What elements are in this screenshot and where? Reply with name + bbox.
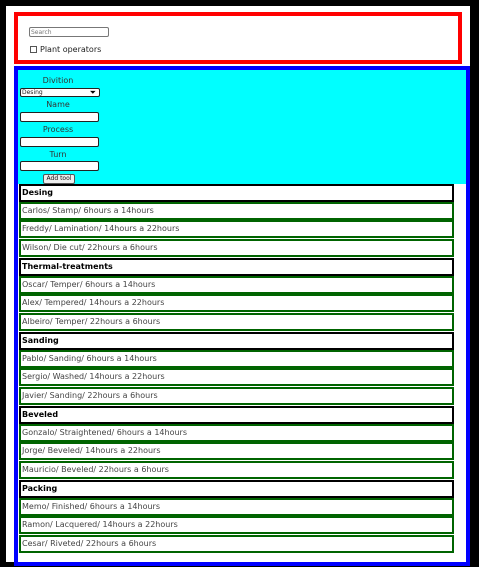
turn-label: Turn: [49, 150, 67, 159]
list-item[interactable]: Mauricio/ Beveled/ 22hours a 6hours: [19, 461, 454, 479]
list-item[interactable]: Cesar/ Riveted/ 22hours a 6hours: [19, 535, 454, 553]
tools-panel: Divition Desing ⏷ Name Process Turn Add …: [14, 66, 470, 566]
list-item[interactable]: Alex/ Tempered/ 14hours a 22hours: [19, 294, 454, 312]
list-item[interactable]: Jorge/ Beveled/ 14hours a 22hours: [19, 442, 454, 460]
search-input[interactable]: [29, 27, 109, 37]
plant-operators-filter[interactable]: Plant operators: [30, 45, 101, 54]
division-select[interactable]: Desing ⏷: [20, 88, 100, 97]
list-item[interactable]: Freddy/ Lamination/ 14hours a 22hours: [19, 220, 454, 238]
list-item[interactable]: Javier/ Sanding/ 22hours a 6hours: [19, 387, 454, 405]
list-item[interactable]: Oscar/ Temper/ 6hours a 14hours: [19, 276, 454, 294]
name-input[interactable]: [20, 112, 99, 122]
group-header-thermal-treatments: Thermal-treatments: [19, 258, 454, 276]
filter-panel: Plant operators: [14, 12, 462, 64]
add-tool-button[interactable]: Add tool: [43, 174, 75, 184]
page: Plant operators Divition Desing ⏷ Name P…: [6, 6, 470, 566]
name-label: Name: [46, 100, 70, 109]
list-item[interactable]: Sergio/ Washed/ 14hours a 22hours: [19, 368, 454, 386]
list-item[interactable]: Ramon/ Lacquered/ 14hours a 22hours: [19, 516, 454, 534]
add-tool-form: Divition Desing ⏷ Name Process Turn Add …: [18, 70, 466, 184]
division-label: Divition: [42, 76, 74, 85]
group-header-desing: Desing: [19, 184, 454, 202]
list-item[interactable]: Albeiro/ Temper/ 22hours a 6hours: [19, 313, 454, 331]
process-input[interactable]: [20, 137, 99, 147]
plant-operators-label: Plant operators: [40, 45, 102, 54]
list-item[interactable]: Pablo/ Sanding/ 6hours a 14hours: [19, 350, 454, 368]
list-item[interactable]: Memo/ Finished/ 6hours a 14hours: [19, 498, 454, 516]
process-label: Process: [42, 125, 74, 134]
division-select-value: Desing: [22, 89, 43, 96]
list-item[interactable]: Gonzalo/ Straightened/ 6hours a 14hours: [19, 424, 454, 442]
list-item[interactable]: Wilson/ Die cut/ 22hours a 6hours: [19, 239, 454, 257]
group-header-sanding: Sanding: [19, 332, 454, 350]
chevron-down-icon: ⏷: [89, 88, 96, 97]
group-header-beveled: Beveled: [19, 406, 454, 424]
list-item[interactable]: Carlos/ Stamp/ 6hours a 14hours: [19, 202, 454, 220]
turn-input[interactable]: [20, 161, 99, 171]
group-header-packing: Packing: [19, 480, 454, 498]
plant-operators-checkbox[interactable]: [30, 46, 37, 53]
